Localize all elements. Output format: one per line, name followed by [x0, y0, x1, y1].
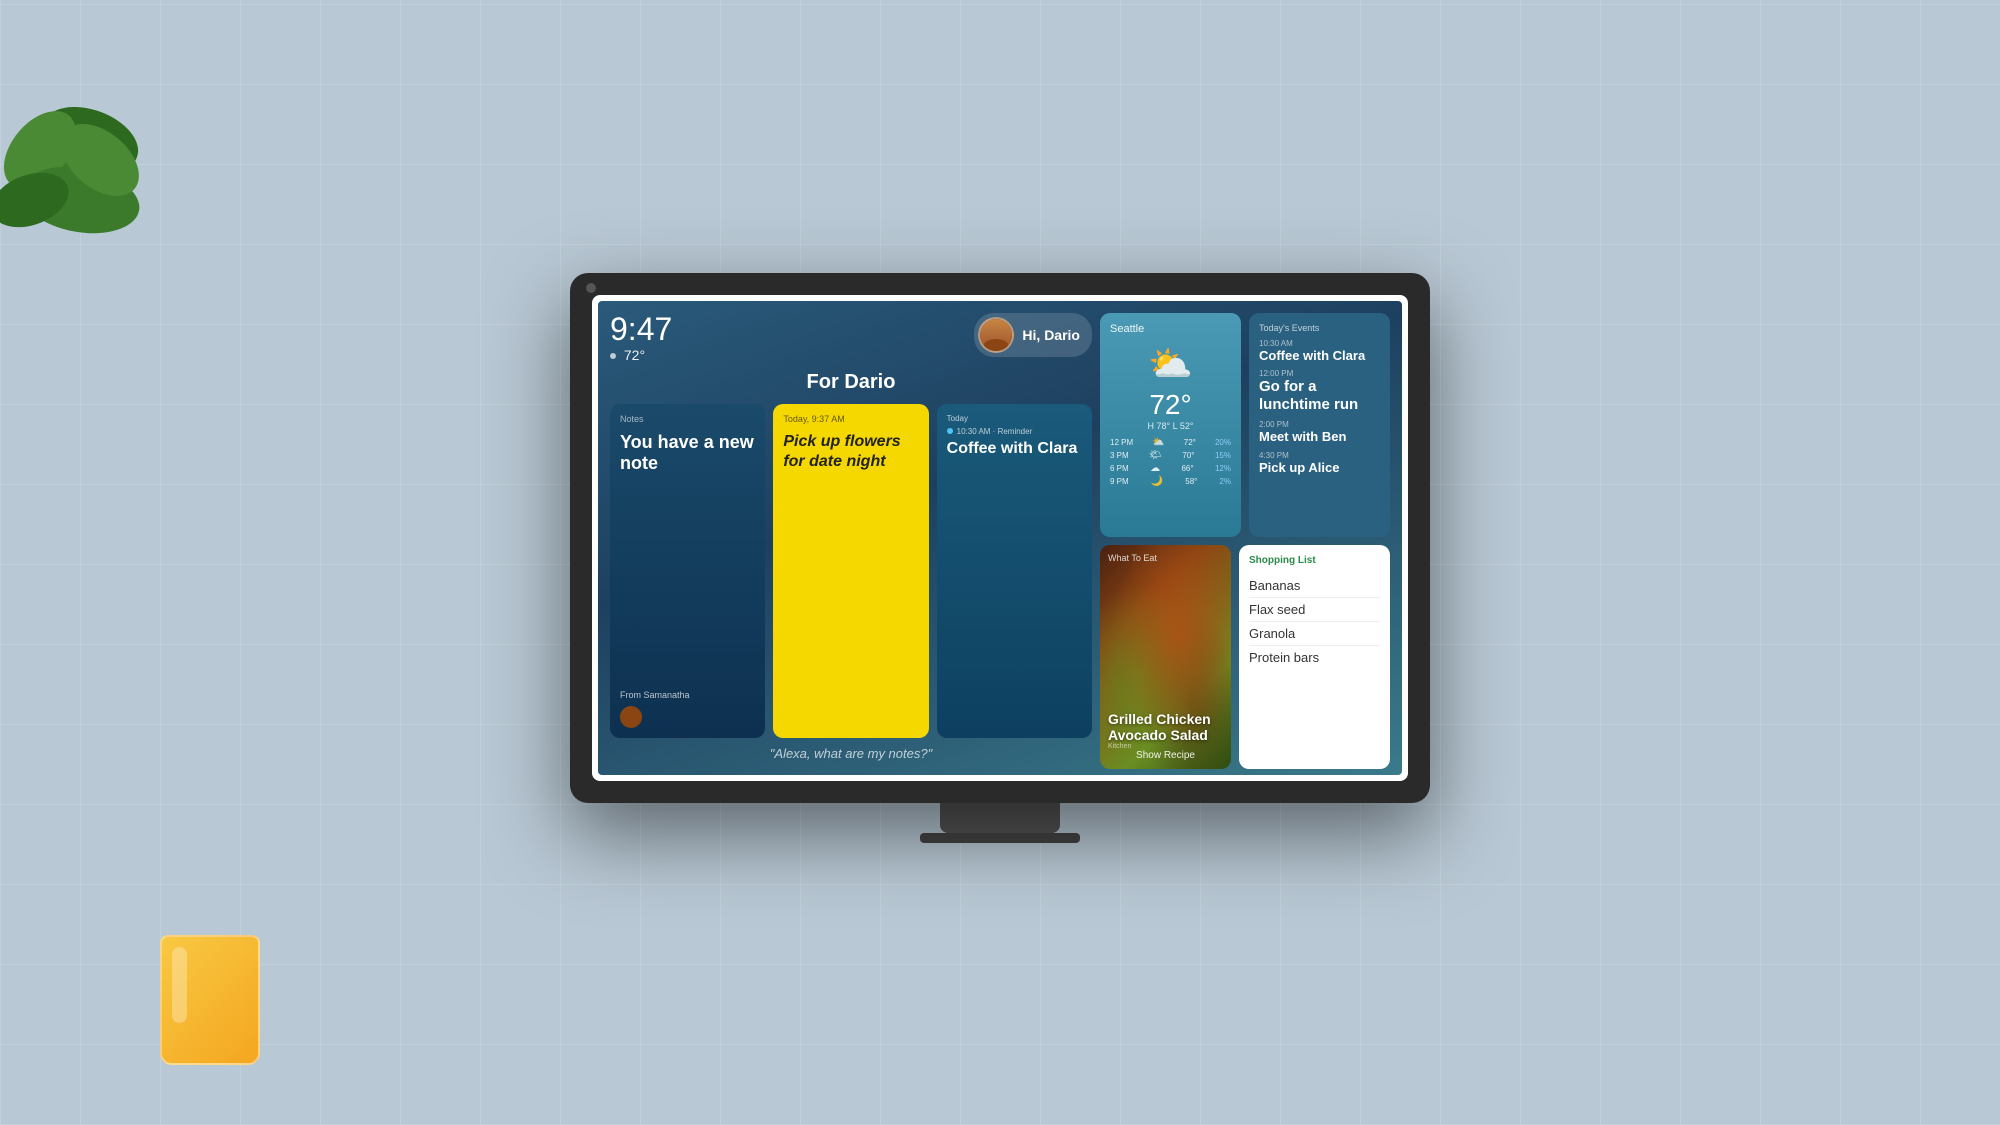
event-card-time: 10:30 AM · Reminder	[947, 427, 1082, 436]
weather-panel[interactable]: Seattle ⛅ 72° H 78° L 52° 12 PM ⛅ 72°	[1100, 313, 1241, 537]
forecast-row-0: 12 PM ⛅ 72° 20%	[1110, 437, 1231, 448]
notes-card-from: From Samanatha	[620, 690, 755, 700]
event-name-2: Meet with Ben	[1259, 429, 1380, 445]
plant-decoration	[0, 0, 200, 300]
forecast-icon-0: ⛅	[1152, 437, 1164, 448]
event-card-today: Today	[947, 414, 968, 423]
temp-header: 72°	[610, 347, 672, 363]
forecast-temp-0: 72°	[1184, 438, 1196, 447]
forecast-temp-3: 58°	[1185, 477, 1197, 486]
recipe-source: Kitchen	[1108, 743, 1223, 750]
forecast-row-1: 3 PM 🌤 70° 15%	[1110, 450, 1231, 461]
event-card-label: Today	[947, 414, 1082, 423]
screen: 9:47 72° Hi, Dario	[598, 301, 1402, 775]
recipe-what-to-eat: What To Eat	[1108, 553, 1223, 563]
monitor: 9:47 72° Hi, Dario	[570, 273, 1430, 853]
right-panels: Seattle ⛅ 72° H 78° L 52° 12 PM ⛅ 72°	[1100, 313, 1390, 769]
event-card[interactable]: Today 10:30 AM · Reminder Coffee with Cl…	[937, 404, 1092, 738]
monitor-stand	[940, 803, 1060, 833]
shopping-item-1: Flax seed	[1249, 598, 1380, 622]
event-name-0: Coffee with Clara	[1259, 348, 1380, 364]
event-item-2: 2:00 PM Meet with Ben	[1259, 420, 1380, 445]
screen-top: 9:47 72° Hi, Dario	[598, 301, 1402, 775]
event-item-0: 10:30 AM Coffee with Clara	[1259, 339, 1380, 364]
camera-dot	[586, 283, 596, 293]
forecast-time-1: 3 PM	[1110, 451, 1129, 460]
event-card-title: Coffee with Clara	[947, 440, 1082, 728]
reminder-dot	[947, 428, 953, 434]
shopping-panel[interactable]: Shopping List Bananas Flax seed Granola …	[1239, 545, 1390, 769]
forecast-time-2: 6 PM	[1110, 464, 1129, 473]
event-item-1: 12:00 PM Go for a lunchtime run	[1259, 369, 1380, 414]
event-time-0: 10:30 AM	[1259, 339, 1380, 348]
recipe-bottom: Grilled Chicken Avocado Salad Kitchen Sh…	[1108, 711, 1223, 761]
event-item-3: 4:30 PM Pick up Alice	[1259, 451, 1380, 476]
forecast-icon-3: 🌙	[1151, 476, 1163, 487]
monitor-base	[920, 833, 1080, 843]
recipe-overlay: What To Eat Grilled Chicken Avocado Sala…	[1100, 545, 1231, 769]
cards-row: Notes You have a new note From Samanatha…	[610, 404, 1092, 738]
alexa-prompt: "Alexa, what are my notes?"	[610, 738, 1092, 769]
event-card-time-text: 10:30 AM · Reminder	[957, 427, 1033, 436]
avatar-face	[980, 319, 1012, 351]
weather-city: Seattle	[1110, 323, 1144, 335]
forecast-time-0: 12 PM	[1110, 438, 1133, 447]
notes-card-label: Notes	[620, 414, 755, 424]
time-display: 9:47	[610, 313, 672, 345]
time-weather: 9:47 72°	[610, 313, 672, 363]
monitor-inner: 9:47 72° Hi, Dario	[592, 295, 1408, 781]
shopping-title: Shopping List	[1249, 555, 1380, 566]
forecast-rain-0: 20%	[1215, 438, 1231, 447]
top-right-row: Seattle ⛅ 72° H 78° L 52° 12 PM ⛅ 72°	[1100, 313, 1390, 537]
notes-card-title: You have a new note	[620, 432, 755, 686]
weather-temp: 72°	[1149, 389, 1191, 421]
shopping-item-3: Protein bars	[1249, 646, 1380, 669]
recipe-name: Grilled Chicken Avocado Salad	[1108, 711, 1223, 743]
juice-glass	[160, 935, 260, 1065]
avatar	[978, 317, 1014, 353]
forecast-icon-2: ☁	[1150, 463, 1160, 474]
main-panel: 9:47 72° Hi, Dario	[610, 313, 1092, 769]
bottom-right-row: What To Eat Grilled Chicken Avocado Sala…	[1100, 545, 1390, 769]
weather-icon: ⛅	[1148, 343, 1193, 385]
events-panel[interactable]: Today's Events 10:30 AM Coffee with Clar…	[1249, 313, 1390, 537]
event-time-2: 2:00 PM	[1259, 420, 1380, 429]
recipe-panel[interactable]: What To Eat Grilled Chicken Avocado Sala…	[1100, 545, 1231, 769]
event-name-1: Go for a lunchtime run	[1259, 378, 1380, 414]
forecast-row-3: 9 PM 🌙 58° 2%	[1110, 476, 1231, 487]
temp-value: 72°	[624, 347, 645, 363]
event-time-3: 4:30 PM	[1259, 451, 1380, 460]
weather-range: H 78° L 52°	[1148, 421, 1194, 431]
greeting-text: Hi, Dario	[1022, 327, 1080, 343]
event-time-1: 12:00 PM	[1259, 369, 1380, 378]
forecast-temp-2: 66°	[1181, 464, 1193, 473]
forecast-time-3: 9 PM	[1110, 477, 1129, 486]
reminder-card-date: Today, 9:37 AM	[783, 414, 918, 424]
temp-dot	[610, 353, 616, 359]
recipe-show-button[interactable]: Show Recipe	[1108, 750, 1223, 761]
user-greeting[interactable]: Hi, Dario	[974, 313, 1092, 357]
monitor-frame: 9:47 72° Hi, Dario	[570, 273, 1430, 803]
event-name-3: Pick up Alice	[1259, 460, 1380, 476]
header: 9:47 72° Hi, Dario	[610, 313, 1092, 363]
for-dario-label: For Dario	[610, 371, 1092, 394]
notes-card-avatar	[620, 706, 642, 728]
reminder-card[interactable]: Today, 9:37 AM Pick up flowers for date …	[773, 404, 928, 738]
shopping-item-0: Bananas	[1249, 574, 1380, 598]
forecast-temp-1: 70°	[1182, 451, 1194, 460]
notes-card[interactable]: Notes You have a new note From Samanatha	[610, 404, 765, 738]
forecast-row-2: 6 PM ☁ 66° 12%	[1110, 463, 1231, 474]
forecast-rain-2: 12%	[1215, 464, 1231, 473]
shopping-item-2: Granola	[1249, 622, 1380, 646]
forecast-rain-3: 2%	[1219, 477, 1231, 486]
weather-forecast: 12 PM ⛅ 72° 20% 3 PM 🌤 70°	[1110, 437, 1231, 487]
reminder-card-text: Pick up flowers for date night	[783, 432, 918, 474]
forecast-rain-1: 15%	[1215, 451, 1231, 460]
forecast-icon-1: 🌤	[1149, 450, 1162, 461]
events-title: Today's Events	[1259, 323, 1380, 333]
